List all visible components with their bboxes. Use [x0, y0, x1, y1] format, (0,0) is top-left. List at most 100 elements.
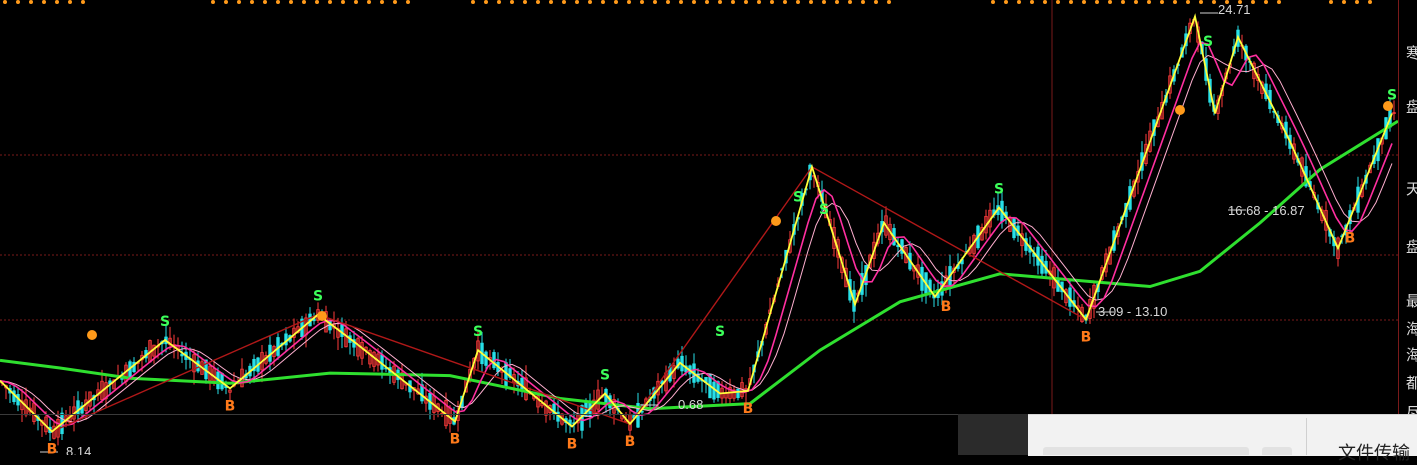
top-marker	[1030, 0, 1034, 4]
top-marker	[354, 0, 358, 4]
axis-label: 盘	[1406, 238, 1417, 256]
top-marker	[1095, 0, 1099, 4]
top-marker	[523, 0, 527, 4]
top-marker	[1147, 0, 1151, 4]
top-marker	[887, 0, 891, 4]
price-annotation: 24.71	[1218, 2, 1251, 17]
top-marker	[484, 0, 488, 4]
top-marker	[393, 0, 397, 4]
top-marker	[809, 0, 813, 4]
candle-down	[76, 400, 80, 416]
top-marker	[1108, 0, 1112, 4]
axis-label: 都	[1406, 374, 1417, 392]
candle-down	[484, 351, 488, 366]
top-marker	[770, 0, 774, 4]
sell-signal: S	[600, 367, 610, 383]
top-marker	[757, 0, 761, 4]
top-marker	[81, 0, 85, 4]
sell-signal: S	[793, 189, 803, 205]
top-marker	[575, 0, 579, 4]
top-marker	[679, 0, 683, 4]
candle-down	[520, 377, 524, 390]
top-marker	[744, 0, 748, 4]
price-annotation: 0.68	[678, 397, 703, 412]
top-marker	[1355, 0, 1359, 4]
pin-marker-icon	[1175, 105, 1185, 115]
top-marker	[315, 0, 319, 4]
top-marker	[536, 0, 540, 4]
top-marker	[731, 0, 735, 4]
top-marker	[380, 0, 384, 4]
panel-divider	[958, 414, 1028, 455]
top-marker	[341, 0, 345, 4]
top-marker	[835, 0, 839, 4]
top-marker	[1004, 0, 1008, 4]
top-marker	[874, 0, 878, 4]
top-marker	[1251, 0, 1255, 4]
top-marker	[16, 0, 20, 4]
top-marker	[1238, 0, 1242, 4]
top-marker	[1017, 0, 1021, 4]
top-marker	[367, 0, 371, 4]
top-marker	[705, 0, 709, 4]
buy-signal: B	[225, 398, 236, 414]
top-marker	[250, 0, 254, 4]
top-marker	[68, 0, 72, 4]
top-marker	[1121, 0, 1125, 4]
top-marker	[1082, 0, 1086, 4]
top-marker	[991, 0, 995, 4]
top-marker	[1069, 0, 1073, 4]
top-marker	[562, 0, 566, 4]
top-marker	[302, 0, 306, 4]
top-marker	[1329, 0, 1333, 4]
top-marker	[1212, 0, 1216, 4]
top-marker	[614, 0, 618, 4]
pin-marker-icon	[1383, 101, 1393, 111]
top-marker	[1134, 0, 1138, 4]
top-marker	[497, 0, 501, 4]
buy-signal: B	[941, 299, 952, 315]
top-marker	[276, 0, 280, 4]
pin-marker-icon	[87, 330, 97, 340]
price-annotation: 3.09 - 13.10	[1098, 304, 1167, 319]
top-marker	[224, 0, 228, 4]
top-marker	[627, 0, 631, 4]
top-marker	[289, 0, 293, 4]
top-marker	[42, 0, 46, 4]
sell-signal: S	[819, 202, 829, 218]
axis-label: 海	[1406, 346, 1417, 364]
sell-signal: S	[160, 314, 170, 330]
top-marker	[211, 0, 215, 4]
top-marker	[666, 0, 670, 4]
stock-chart: 24.718.140.683.09 - 13.1016.68 - 16.87BS…	[0, 0, 1398, 455]
panel-button[interactable]	[1262, 447, 1292, 455]
buy-signal: B	[1345, 230, 1356, 246]
axis-label: 海	[1406, 320, 1417, 338]
top-marker	[783, 0, 787, 4]
top-marker	[549, 0, 553, 4]
sell-signal: S	[473, 324, 483, 340]
buy-signal: B	[1081, 330, 1092, 346]
candle-down	[736, 388, 740, 399]
top-marker	[1368, 0, 1372, 4]
top-marker	[692, 0, 696, 4]
top-marker	[3, 0, 7, 4]
top-marker	[237, 0, 241, 4]
axis-label: 盘	[1406, 98, 1417, 116]
candle-down	[340, 324, 344, 337]
sell-signal: S	[715, 324, 725, 340]
top-marker	[588, 0, 592, 4]
price-annotation: 16.68 - 16.87	[1228, 203, 1305, 218]
pin-marker-icon	[771, 216, 781, 226]
top-marker	[848, 0, 852, 4]
top-marker	[861, 0, 865, 4]
top-marker	[822, 0, 826, 4]
top-marker	[1277, 0, 1281, 4]
pin-marker-icon	[317, 311, 327, 321]
top-marker	[1160, 0, 1164, 4]
panel-search-field[interactable]	[1043, 447, 1249, 455]
top-marker	[263, 0, 267, 4]
top-marker	[601, 0, 605, 4]
top-marker	[406, 0, 410, 4]
top-marker	[1056, 0, 1060, 4]
